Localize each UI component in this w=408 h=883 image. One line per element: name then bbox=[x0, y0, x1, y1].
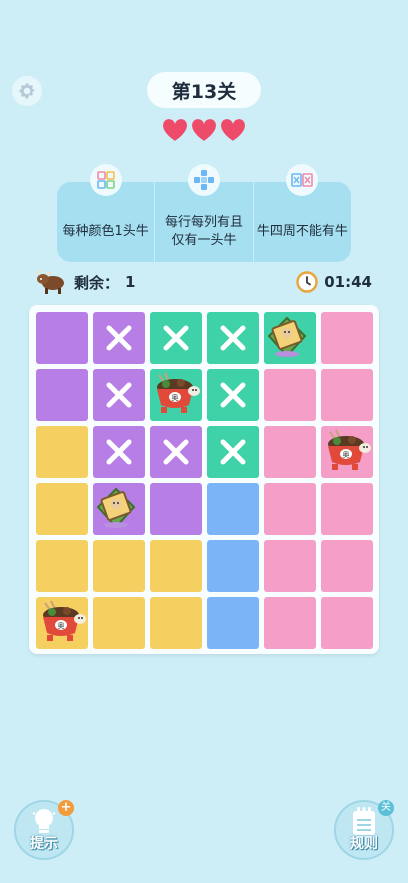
board-cell[interactable] bbox=[321, 540, 373, 592]
board-cell[interactable] bbox=[93, 540, 145, 592]
level-title: 第13关 bbox=[147, 72, 261, 108]
board-cell[interactable] bbox=[264, 597, 316, 649]
board-cell[interactable] bbox=[207, 597, 259, 649]
board-cell[interactable] bbox=[36, 483, 88, 535]
heart-icon bbox=[192, 119, 216, 141]
rules-bar: 每种颜色1头牛 每行每列有且仅有一头牛 牛四周不能有牛 bbox=[57, 164, 351, 262]
gear-icon bbox=[19, 83, 35, 99]
rule-no-adjacent: 牛四周不能有牛 bbox=[252, 164, 351, 262]
board-cell[interactable] bbox=[264, 426, 316, 478]
remaining-label: 剩余： bbox=[74, 273, 120, 292]
x-mark-icon bbox=[220, 382, 246, 408]
ox-icon bbox=[36, 270, 64, 294]
board-cell[interactable] bbox=[321, 483, 373, 535]
board-cell[interactable] bbox=[93, 369, 145, 421]
remaining-counter: 剩余： 1 bbox=[36, 268, 135, 296]
board-cell[interactable] bbox=[36, 426, 88, 478]
board-cell[interactable] bbox=[150, 312, 202, 364]
rule-one-per-color: 每种颜色1头牛 bbox=[57, 164, 154, 262]
hint-button[interactable]: 提示 + bbox=[14, 800, 74, 860]
cross-grid-icon bbox=[187, 164, 220, 196]
board-cell[interactable] bbox=[150, 540, 202, 592]
cow-bowl-piece[interactable]: 奥 bbox=[322, 428, 372, 480]
board-cell[interactable] bbox=[36, 540, 88, 592]
color-grid-icon bbox=[89, 164, 122, 196]
board-cell[interactable] bbox=[207, 483, 259, 535]
board-cell[interactable] bbox=[93, 426, 145, 478]
x-mark-icon bbox=[163, 439, 189, 465]
svg-text:奥: 奥 bbox=[58, 621, 65, 630]
board-cell[interactable] bbox=[207, 426, 259, 478]
rule-text: 每行每列有且仅有一头牛 bbox=[164, 215, 243, 248]
hearts bbox=[162, 118, 246, 142]
x-mark-icon bbox=[106, 325, 132, 351]
board-cell[interactable] bbox=[36, 312, 88, 364]
no-adjacent-icon bbox=[286, 164, 319, 196]
rule-text: 牛四周不能有牛 bbox=[256, 224, 348, 239]
board-cell[interactable] bbox=[36, 369, 88, 421]
rule-row-col: 每行每列有且仅有一头牛 bbox=[154, 164, 252, 262]
close-badge: 关 bbox=[378, 800, 394, 816]
heart-icon bbox=[221, 119, 245, 141]
cow-bowl-piece[interactable]: 奥 bbox=[151, 371, 201, 423]
board-cell[interactable] bbox=[321, 369, 373, 421]
x-mark-icon bbox=[106, 382, 132, 408]
plus-badge: + bbox=[58, 800, 74, 816]
x-mark-icon bbox=[220, 325, 246, 351]
rule-text: 每种颜色1头牛 bbox=[62, 224, 149, 239]
remaining-count: 1 bbox=[125, 273, 136, 291]
board-cell[interactable] bbox=[93, 597, 145, 649]
board-cell[interactable] bbox=[264, 540, 316, 592]
rules-label: 规则 bbox=[350, 836, 378, 852]
heart-icon bbox=[163, 119, 187, 141]
board-cell[interactable] bbox=[207, 369, 259, 421]
board-cell[interactable] bbox=[150, 597, 202, 649]
board-cell[interactable] bbox=[264, 483, 316, 535]
timer: 01:44 bbox=[296, 268, 372, 296]
board-cell[interactable] bbox=[207, 540, 259, 592]
timer-value: 01:44 bbox=[324, 273, 372, 291]
cow-zongzi-piece[interactable] bbox=[94, 485, 138, 535]
x-mark-icon bbox=[163, 325, 189, 351]
clock-icon bbox=[296, 271, 318, 293]
board-cell[interactable] bbox=[150, 483, 202, 535]
x-mark-icon bbox=[220, 439, 246, 465]
board-cell[interactable] bbox=[264, 369, 316, 421]
rules-button[interactable]: 规则 关 bbox=[334, 800, 394, 860]
hint-label: 提示 bbox=[30, 836, 58, 852]
board-cell[interactable] bbox=[207, 312, 259, 364]
board-cell[interactable] bbox=[321, 312, 373, 364]
cow-bowl-piece[interactable]: 奥 bbox=[37, 599, 87, 651]
x-mark-icon bbox=[106, 439, 132, 465]
board-cell[interactable] bbox=[150, 426, 202, 478]
game-board: 奥奥奥 bbox=[29, 305, 379, 654]
board-cell[interactable] bbox=[93, 312, 145, 364]
board-cell[interactable] bbox=[321, 597, 373, 649]
cow-zongzi-piece[interactable] bbox=[265, 314, 309, 364]
svg-text:奥: 奥 bbox=[343, 450, 350, 459]
svg-text:奥: 奥 bbox=[172, 393, 179, 402]
settings-button[interactable] bbox=[12, 76, 42, 106]
